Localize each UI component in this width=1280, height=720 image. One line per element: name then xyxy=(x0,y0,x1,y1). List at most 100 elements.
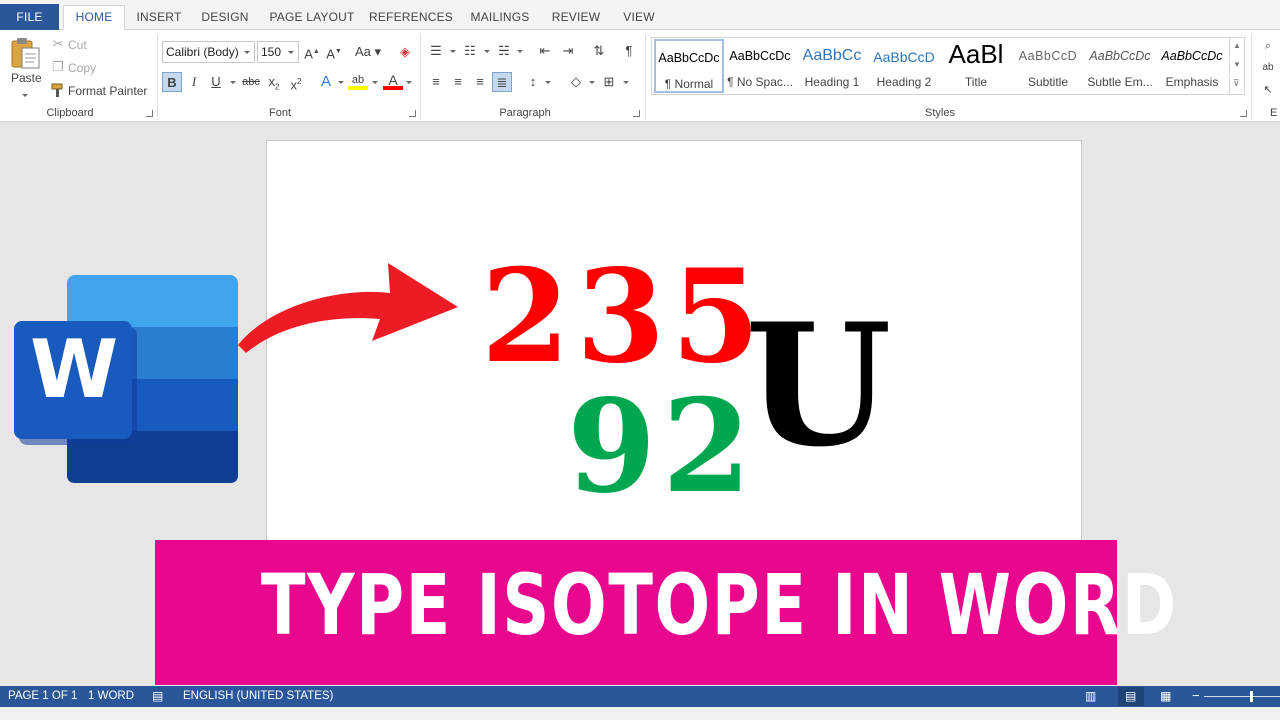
font-color-dropdown-icon[interactable] xyxy=(406,81,412,84)
grow-font-icon[interactable]: A▲ xyxy=(302,42,322,62)
tab-file[interactable]: FILE xyxy=(0,4,59,30)
language[interactable]: ENGLISH (UNITED STATES) xyxy=(183,690,333,702)
tab-mailings[interactable]: MAILINGS xyxy=(464,6,536,30)
line-spacing-icon[interactable]: ↕ xyxy=(523,72,543,92)
font-dialog-launcher-icon[interactable] xyxy=(409,110,416,117)
tab-page-layout[interactable]: PAGE LAYOUT xyxy=(266,6,358,30)
print-layout-button[interactable]: ▤ xyxy=(1118,687,1144,706)
style-normal[interactable]: AaBbCcDc ¶ Normal xyxy=(654,39,724,93)
highlight-dropdown-icon[interactable] xyxy=(372,81,378,84)
paste-button[interactable]: Paste xyxy=(6,34,44,100)
cut-button[interactable]: ✂ Cut xyxy=(48,36,108,54)
clipboard-dialog-launcher-icon[interactable] xyxy=(146,110,153,117)
multilevel-list-icon[interactable]: ☵ xyxy=(494,41,514,61)
style-heading-2[interactable]: AaBbCcD Heading 2 xyxy=(869,39,939,93)
bullets-icon[interactable]: ☰ xyxy=(426,41,446,61)
word-logo-letter: W xyxy=(30,323,119,416)
paste-label: Paste xyxy=(11,71,42,85)
decrease-indent-icon[interactable]: ⇤ xyxy=(535,41,555,61)
format-painter-label: Format Painter xyxy=(68,84,148,98)
style-sample: AaBbCcDc xyxy=(658,51,720,65)
underline-icon[interactable]: U xyxy=(206,72,226,92)
clear-formatting-icon[interactable]: ◈ xyxy=(395,42,415,62)
superscript-icon[interactable]: x2 xyxy=(286,72,306,92)
replace-icon[interactable]: ab xyxy=(1258,58,1278,78)
font-name-value: Calibri (Body) xyxy=(166,45,239,59)
style-sample: AaBl xyxy=(948,39,1004,69)
style-name: Title xyxy=(964,75,988,89)
borders-dropdown-icon[interactable] xyxy=(623,81,629,84)
sort-icon[interactable]: ⇅ xyxy=(589,41,609,61)
web-layout-icon[interactable]: ▦ xyxy=(1160,689,1171,703)
strikethrough-icon[interactable]: abc xyxy=(240,72,262,92)
text-effects-dropdown-icon[interactable] xyxy=(338,81,344,84)
gallery-more-icon[interactable]: ⊽ xyxy=(1229,76,1243,94)
underline-dropdown-icon[interactable] xyxy=(230,81,236,84)
proofing-icon[interactable]: ▤ xyxy=(152,689,163,703)
style-emphasis[interactable]: AaBbCcDc Emphasis xyxy=(1157,39,1227,93)
gallery-scroll-down-icon[interactable]: ▼ xyxy=(1229,57,1243,75)
line-spacing-dropdown-icon[interactable] xyxy=(545,81,551,84)
atomic-number: 92 xyxy=(567,372,758,522)
font-size-combo[interactable]: 150 xyxy=(257,41,299,63)
format-painter-icon xyxy=(51,83,63,97)
page-count[interactable]: PAGE 1 OF 1 xyxy=(8,690,77,702)
multilevel-list-dropdown-icon[interactable] xyxy=(517,50,523,53)
style-no-spacing[interactable]: AaBbCcDc ¶ No Spac... xyxy=(725,39,795,93)
shading-icon[interactable]: ◇ xyxy=(566,72,586,92)
copy-button[interactable]: ❐ Copy xyxy=(48,59,108,77)
style-sample: AaBbCcDc xyxy=(729,49,791,63)
shrink-font-icon[interactable]: A▼ xyxy=(324,42,344,62)
numbering-icon[interactable]: ☷ xyxy=(460,41,480,61)
bullets-dropdown-icon[interactable] xyxy=(450,50,456,53)
zoom-slider-thumb[interactable] xyxy=(1250,691,1253,702)
shading-dropdown-icon[interactable] xyxy=(589,81,595,84)
increase-indent-icon[interactable]: ⇥ xyxy=(558,41,578,61)
highlight-icon[interactable]: ab xyxy=(348,70,368,90)
align-right-icon[interactable]: ≡ xyxy=(470,72,490,92)
bold-icon[interactable]: B xyxy=(162,72,182,92)
tab-review[interactable]: REVIEW xyxy=(546,6,606,30)
align-left-icon[interactable]: ≡ xyxy=(426,72,446,92)
find-icon[interactable]: ⌕ xyxy=(1258,36,1278,56)
style-subtitle[interactable]: AaBbCcD Subtitle xyxy=(1013,39,1083,93)
font-name-combo[interactable]: Calibri (Body) xyxy=(162,41,255,63)
align-center-icon[interactable]: ≡ xyxy=(448,72,468,92)
editing-group-label: E xyxy=(1270,107,1278,119)
format-painter-button[interactable]: Format Painter xyxy=(48,82,152,100)
styles-dialog-launcher-icon[interactable] xyxy=(1240,110,1247,117)
gallery-scroll-up-icon[interactable]: ▲ xyxy=(1229,38,1243,56)
styles-group-label: Styles xyxy=(925,107,955,119)
justify-icon[interactable]: ≣ xyxy=(492,72,512,92)
tab-home[interactable]: HOME xyxy=(63,5,125,31)
tab-references[interactable]: REFERENCES xyxy=(368,6,454,30)
word-count[interactable]: 1 WORD xyxy=(88,690,134,702)
zoom-slider[interactable] xyxy=(1204,696,1280,697)
font-size-dropdown-icon[interactable] xyxy=(288,51,294,54)
paste-icon xyxy=(11,38,40,69)
show-formatting-marks-icon[interactable]: ¶ xyxy=(619,41,639,61)
zoom-out-icon[interactable]: − xyxy=(1192,688,1200,703)
italic-icon[interactable]: I xyxy=(184,72,204,92)
tab-view[interactable]: VIEW xyxy=(616,6,662,30)
borders-icon[interactable]: ⊞ xyxy=(599,72,619,92)
style-subtle-emphasis[interactable]: AaBbCcDc Subtle Em... xyxy=(1085,39,1155,93)
select-icon[interactable]: ↖ xyxy=(1258,80,1278,100)
read-mode-icon[interactable]: ▥ xyxy=(1085,689,1096,703)
style-heading-1[interactable]: AaBbCc Heading 1 xyxy=(797,39,867,93)
tab-insert[interactable]: INSERT xyxy=(131,6,187,30)
subscript-icon[interactable]: x2 xyxy=(264,72,284,92)
paste-dropdown-icon[interactable] xyxy=(22,94,28,97)
paragraph-dialog-launcher-icon[interactable] xyxy=(633,110,640,117)
text-effects-icon[interactable]: A xyxy=(316,72,336,92)
cut-label: Cut xyxy=(68,38,87,52)
font-color-icon[interactable]: A xyxy=(383,70,403,90)
font-name-dropdown-icon[interactable] xyxy=(244,51,250,54)
paragraph-group-label: Paragraph xyxy=(499,107,551,119)
font-size-value: 150 xyxy=(261,45,282,59)
tab-design[interactable]: DESIGN xyxy=(195,6,255,30)
print-layout-icon: ▤ xyxy=(1125,689,1137,703)
change-case-icon[interactable]: Aa ▾ xyxy=(353,42,383,62)
numbering-dropdown-icon[interactable] xyxy=(484,50,490,53)
style-title[interactable]: AaBl Title xyxy=(941,39,1011,93)
